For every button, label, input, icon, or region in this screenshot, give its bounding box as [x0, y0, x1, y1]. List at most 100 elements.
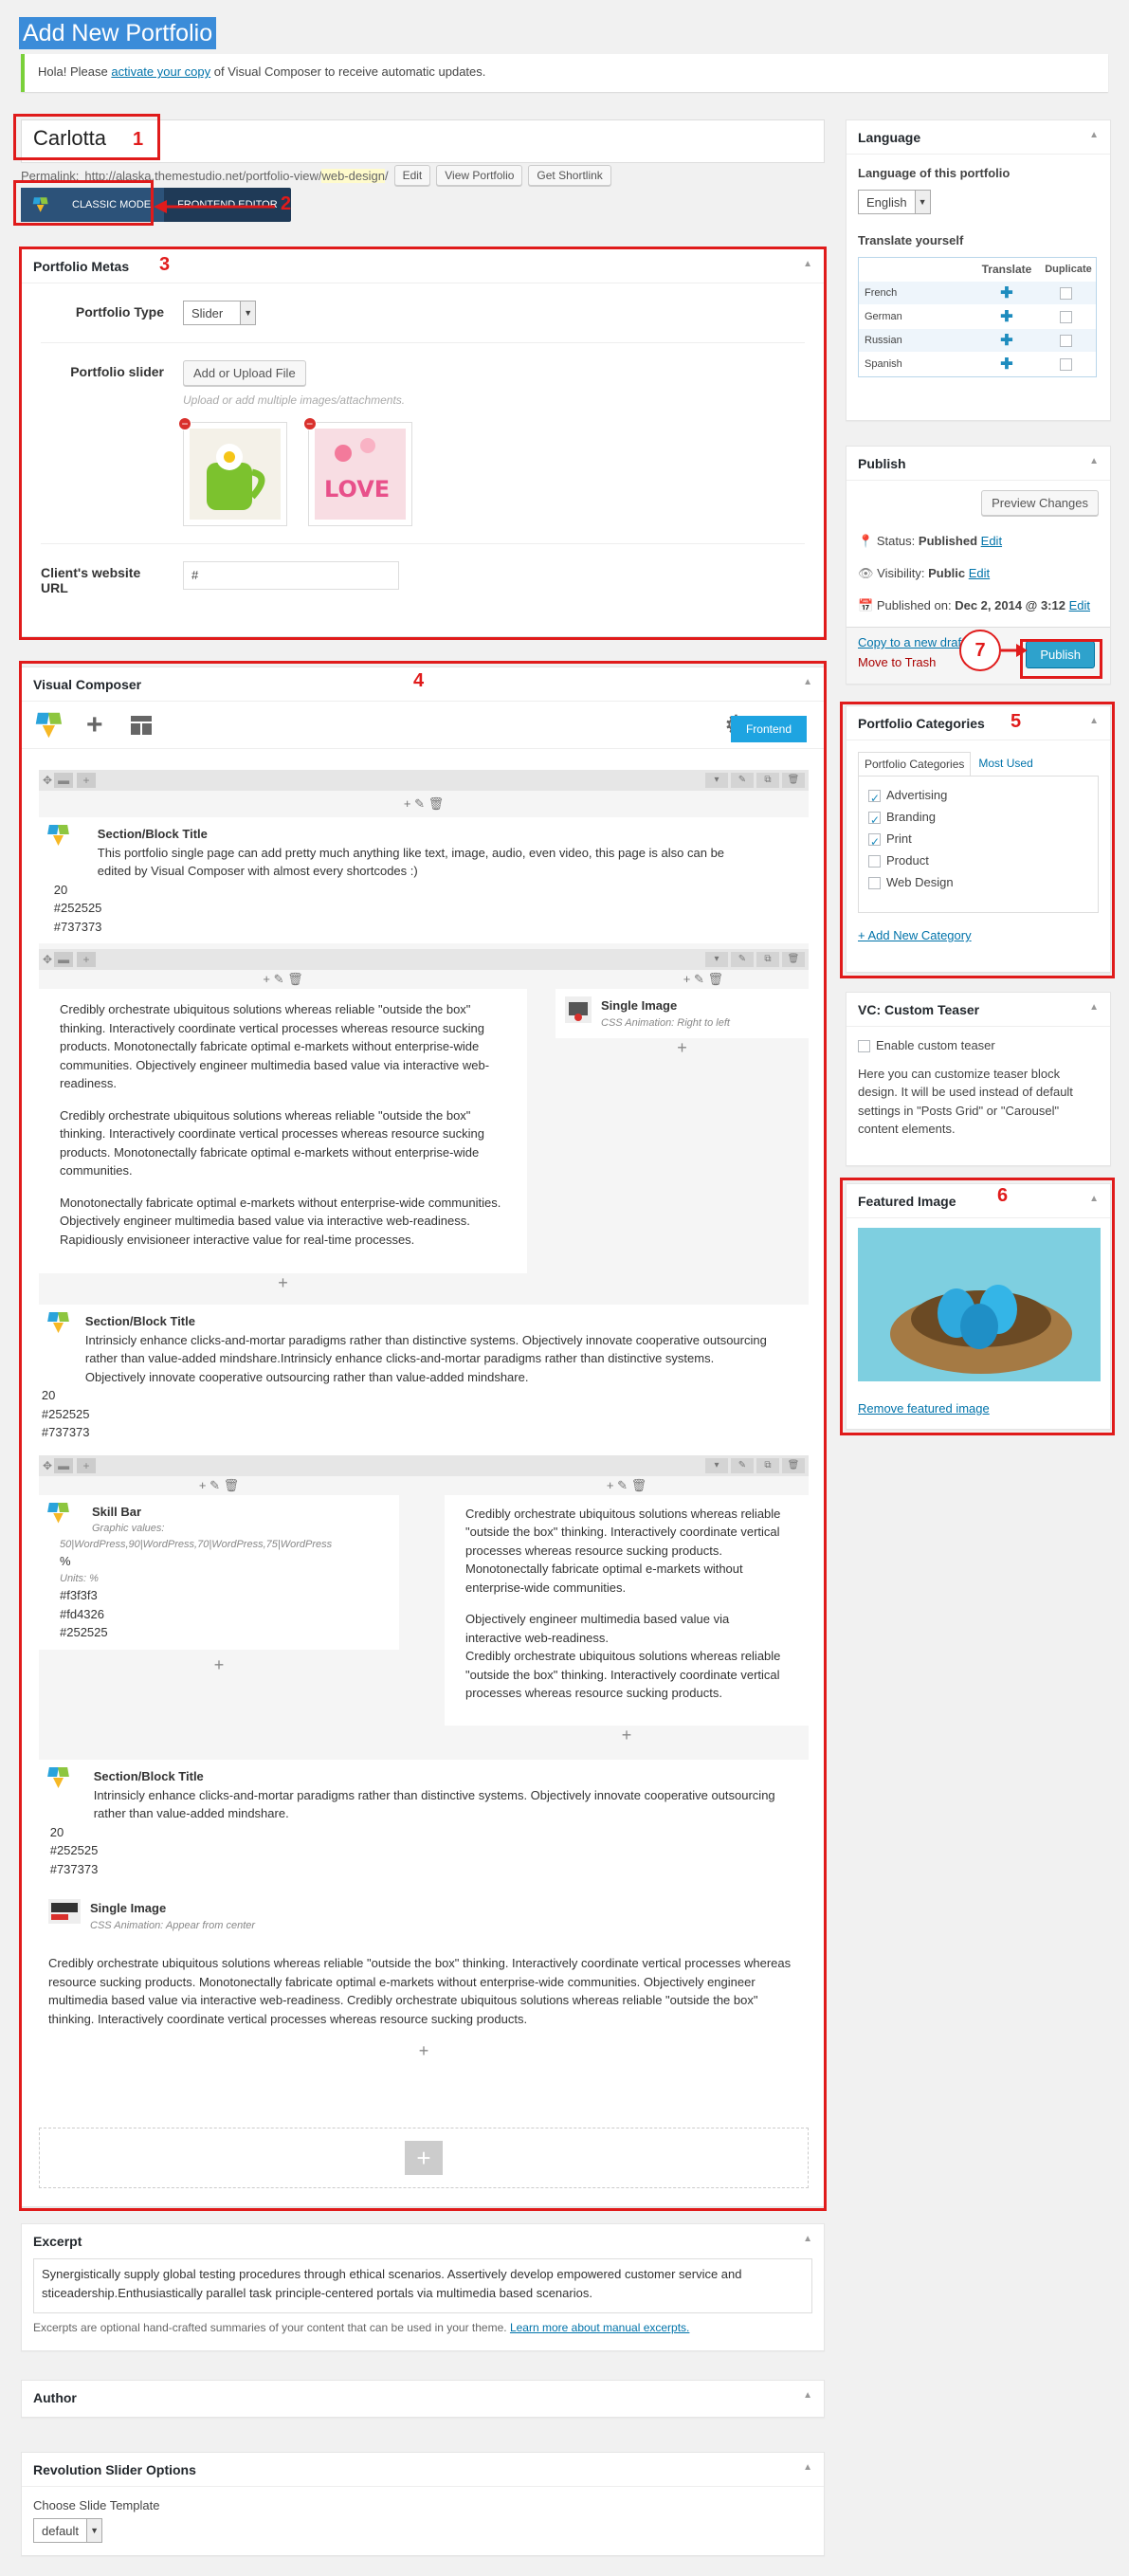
row-toggle-icon[interactable]: ▾ — [705, 1457, 728, 1473]
add-column-icon[interactable]: + — [77, 1457, 97, 1473]
duplicate-checkbox[interactable] — [1059, 286, 1072, 300]
category-checkbox[interactable] — [868, 831, 881, 853]
panel-header[interactable]: Language ▲ — [847, 120, 1110, 155]
featured-image-nest[interactable] — [858, 1228, 1101, 1381]
edit-icon[interactable]: ✎ — [731, 773, 754, 788]
row-toggle-icon[interactable]: ▾ — [705, 773, 728, 788]
add-element-icon[interactable]: + — [86, 709, 103, 741]
portfolio-type-select[interactable]: Slider ▼ — [183, 301, 257, 325]
panel-header[interactable]: Portfolio Categories ▲ — [847, 706, 1110, 740]
category-item[interactable]: Branding — [868, 806, 1088, 831]
vc-logo-icon[interactable] — [35, 712, 63, 738]
layout-icon[interactable]: ▬ — [54, 952, 74, 967]
category-item[interactable]: Advertising — [868, 784, 1088, 810]
clone-icon[interactable]: ⧉ — [756, 773, 779, 788]
column-controls[interactable]: + ✎ 🗑 — [445, 1476, 809, 1495]
edit-visibility-link[interactable]: Edit — [969, 566, 990, 580]
get-shortlink-button[interactable]: Get Shortlink — [528, 165, 611, 186]
section-title-element[interactable]: Section/Block Title Intrinsicly enhance … — [39, 1760, 809, 1886]
column-controls[interactable]: + ✎ 🗑 — [39, 1476, 399, 1495]
add-translation-icon[interactable]: ✚ — [973, 307, 1041, 326]
delete-icon[interactable]: 🗑 — [782, 1457, 805, 1473]
permalink-slug[interactable]: web-design — [321, 168, 385, 183]
panel-header[interactable]: Excerpt ▲ — [22, 2224, 824, 2258]
duplicate-checkbox[interactable] — [1059, 357, 1072, 371]
clone-icon[interactable]: ⧉ — [756, 1457, 779, 1473]
single-image-element[interactable]: Single Image CSS Animation: Right to lef… — [555, 989, 809, 1038]
add-element-icon[interactable]: + — [445, 1726, 809, 1745]
column-controls[interactable]: + ✎ 🗑 — [555, 970, 809, 989]
panel-header[interactable]: Featured Image ▲ — [847, 1184, 1110, 1218]
edit-permalink-button[interactable]: Edit — [393, 165, 431, 186]
add-new-category-link[interactable]: + Add New Category — [858, 928, 972, 942]
edit-icon[interactable]: ✎ — [731, 952, 754, 967]
slider-thumb-mug[interactable]: − — [178, 417, 287, 526]
classic-mode-button[interactable]: CLASSIC MODE — [21, 188, 165, 222]
templates-icon[interactable] — [130, 715, 153, 736]
row-toggle-icon[interactable]: ▾ — [705, 952, 728, 967]
panel-header[interactable]: VC: Custom Teaser ▲ — [847, 993, 1110, 1027]
category-checkbox[interactable] — [868, 788, 881, 810]
delete-icon[interactable]: 🗑 — [782, 773, 805, 788]
tab-all-categories[interactable]: Portfolio Categories — [858, 752, 972, 776]
collapse-arrow-icon[interactable]: ▲ — [1089, 1194, 1099, 1204]
section-title-element[interactable]: Section/Block Title This portfolio singl… — [39, 817, 809, 943]
publish-button[interactable]: Publish — [1026, 641, 1095, 668]
slider-thumb-love[interactable]: − LOVE — [302, 417, 412, 526]
preview-changes-button[interactable]: Preview Changes — [981, 490, 1099, 516]
collapse-arrow-icon[interactable]: ▲ — [1089, 1002, 1099, 1013]
tab-most-used[interactable]: Most Used — [971, 752, 1040, 776]
layout-icon[interactable]: ▬ — [54, 773, 74, 788]
add-row-area[interactable]: + — [39, 2128, 809, 2188]
single-image-element[interactable]: Single Image CSS Animation: Appear from … — [39, 1891, 809, 1941]
add-translation-icon[interactable]: ✚ — [973, 355, 1041, 374]
collapse-arrow-icon[interactable]: ▲ — [1089, 716, 1099, 726]
add-element-icon[interactable]: + — [39, 1655, 399, 1675]
copy-to-draft-link[interactable]: Copy to a new draft — [858, 635, 965, 649]
add-element-icon[interactable]: + — [39, 2041, 809, 2061]
move-icon[interactable]: ✥ — [43, 953, 52, 966]
text-block-element[interactable]: Credibly orchestrate ubiquitous solution… — [39, 1946, 809, 2036]
category-checkbox[interactable] — [868, 810, 881, 831]
collapse-arrow-icon[interactable]: ▲ — [803, 677, 812, 687]
add-row-icon[interactable]: + — [405, 2141, 443, 2175]
remove-featured-image-link[interactable]: Remove featured image — [858, 1401, 990, 1416]
manual-excerpts-link[interactable]: Learn more about manual excerpts. — [510, 2321, 689, 2334]
category-checkbox[interactable] — [868, 877, 881, 890]
panel-header[interactable]: Portfolio Metas ▲ — [22, 249, 824, 283]
collapse-arrow-icon[interactable]: ▲ — [1089, 130, 1099, 140]
add-element-icon[interactable]: + — [555, 1038, 809, 1058]
panel-header[interactable]: Publish ▲ — [847, 447, 1110, 481]
edit-icon[interactable]: ✎ — [731, 1457, 754, 1473]
move-icon[interactable]: ✥ — [43, 774, 52, 787]
edit-status-link[interactable]: Edit — [981, 534, 1002, 548]
category-item[interactable]: Product — [868, 850, 1088, 871]
duplicate-checkbox[interactable] — [1059, 310, 1072, 323]
add-element-icon[interactable]: + — [39, 1273, 527, 1293]
clone-icon[interactable]: ⧉ — [756, 952, 779, 967]
upload-file-button[interactable]: Add or Upload File — [183, 360, 306, 386]
collapse-arrow-icon[interactable]: ▲ — [803, 2390, 812, 2401]
enable-teaser-option[interactable]: Enable custom teaser — [858, 1036, 1099, 1055]
client-url-input[interactable]: # — [183, 561, 399, 590]
category-item[interactable]: Web Design — [868, 871, 1088, 893]
vc-frontend-button[interactable]: Frontend — [730, 716, 807, 742]
enable-teaser-checkbox[interactable] — [858, 1040, 870, 1053]
duplicate-checkbox[interactable] — [1059, 334, 1072, 347]
category-checkbox[interactable] — [868, 855, 881, 868]
category-item[interactable]: Print — [868, 828, 1088, 853]
add-column-icon[interactable]: + — [77, 773, 97, 788]
activate-link[interactable]: activate your copy — [111, 64, 210, 79]
view-portfolio-button[interactable]: View Portfolio — [436, 165, 523, 186]
language-select[interactable]: English ▼ — [858, 190, 931, 214]
remove-icon[interactable]: − — [302, 417, 317, 430]
move-icon[interactable]: ✥ — [43, 1459, 52, 1472]
add-translation-icon[interactable]: ✚ — [973, 283, 1041, 302]
collapse-arrow-icon[interactable]: ▲ — [1089, 456, 1099, 466]
delete-icon[interactable]: 🗑 — [782, 952, 805, 967]
panel-header[interactable]: Author ▲ — [22, 2381, 824, 2415]
text-block-element[interactable]: Credibly orchestrate ubiquitous solution… — [39, 989, 527, 1273]
skill-bar-element[interactable]: Skill Bar Graphic values: 50|WordPress,9… — [39, 1494, 399, 1650]
edit-date-link[interactable]: Edit — [1069, 598, 1090, 612]
slide-template-select[interactable]: default ▼ — [33, 2518, 103, 2543]
